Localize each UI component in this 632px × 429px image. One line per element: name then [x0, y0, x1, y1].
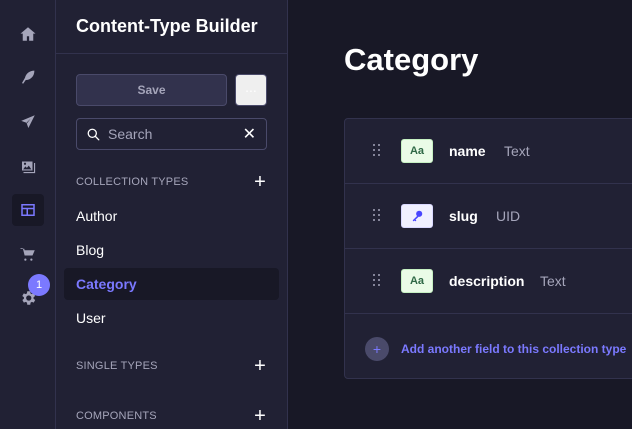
- field-type: Text: [540, 273, 566, 289]
- subnav-title: Content-Type Builder: [76, 16, 258, 36]
- nav-item-category[interactable]: Category: [64, 268, 279, 300]
- content-type-subnav: Content-Type Builder Save ... ✕ COLLECTI…: [56, 0, 288, 429]
- plus-icon: +: [365, 337, 389, 361]
- text-type-icon: Aa: [401, 139, 433, 163]
- search-icon: [87, 128, 100, 140]
- text-type-icon: Aa: [401, 269, 433, 293]
- subnav-divider: [56, 53, 288, 54]
- add-field-button[interactable]: + Add another field to this collection t…: [365, 337, 626, 361]
- field-row-slug[interactable]: slug UID: [345, 184, 632, 249]
- nav-item-user[interactable]: User: [64, 302, 279, 334]
- fields-list: Aa name Text slug UID Aa description Tex…: [344, 118, 632, 379]
- images-icon[interactable]: [12, 150, 44, 182]
- cart-icon[interactable]: [12, 238, 44, 270]
- notification-badge: 1: [28, 274, 50, 296]
- drag-handle-icon[interactable]: [373, 144, 383, 158]
- drag-handle-icon[interactable]: [373, 209, 383, 223]
- layout-icon[interactable]: [12, 194, 44, 226]
- field-name: name: [449, 143, 486, 159]
- single-types-header: SINGLE TYPES +: [76, 356, 266, 376]
- single-types-label: SINGLE TYPES: [76, 360, 158, 372]
- field-name: description: [449, 273, 525, 289]
- key-icon: [401, 204, 433, 228]
- field-type: UID: [496, 208, 521, 224]
- add-single-type-icon[interactable]: +: [254, 356, 266, 376]
- send-icon[interactable]: [12, 106, 44, 138]
- field-name: slug: [449, 208, 478, 224]
- add-field-label: Add another field to this collection typ…: [401, 342, 627, 356]
- search-input[interactable]: [108, 126, 228, 142]
- add-collection-type-icon[interactable]: +: [254, 172, 266, 192]
- save-button[interactable]: Save: [76, 74, 227, 106]
- components-header: COMPONENTS +: [76, 406, 266, 426]
- clear-search-icon[interactable]: ✕: [243, 124, 256, 144]
- collection-types-label: COLLECTION TYPES: [76, 176, 189, 188]
- field-type: Text: [504, 143, 530, 159]
- page-title: Category: [344, 42, 479, 77]
- field-row-name[interactable]: Aa name Text: [345, 119, 632, 184]
- drag-handle-icon[interactable]: [373, 274, 383, 288]
- nav-item-blog[interactable]: Blog: [64, 234, 279, 266]
- collection-types-header: COLLECTION TYPES +: [76, 172, 266, 192]
- search-box: ✕: [76, 118, 267, 150]
- add-component-icon[interactable]: +: [254, 406, 266, 426]
- more-options-button[interactable]: ...: [235, 74, 267, 106]
- main-nav-rail: 1: [0, 0, 56, 429]
- feather-icon[interactable]: [12, 61, 44, 93]
- field-row-description[interactable]: Aa description Text: [345, 249, 632, 314]
- home-icon[interactable]: [12, 18, 44, 50]
- components-label: COMPONENTS: [76, 410, 157, 422]
- nav-item-author[interactable]: Author: [64, 200, 279, 232]
